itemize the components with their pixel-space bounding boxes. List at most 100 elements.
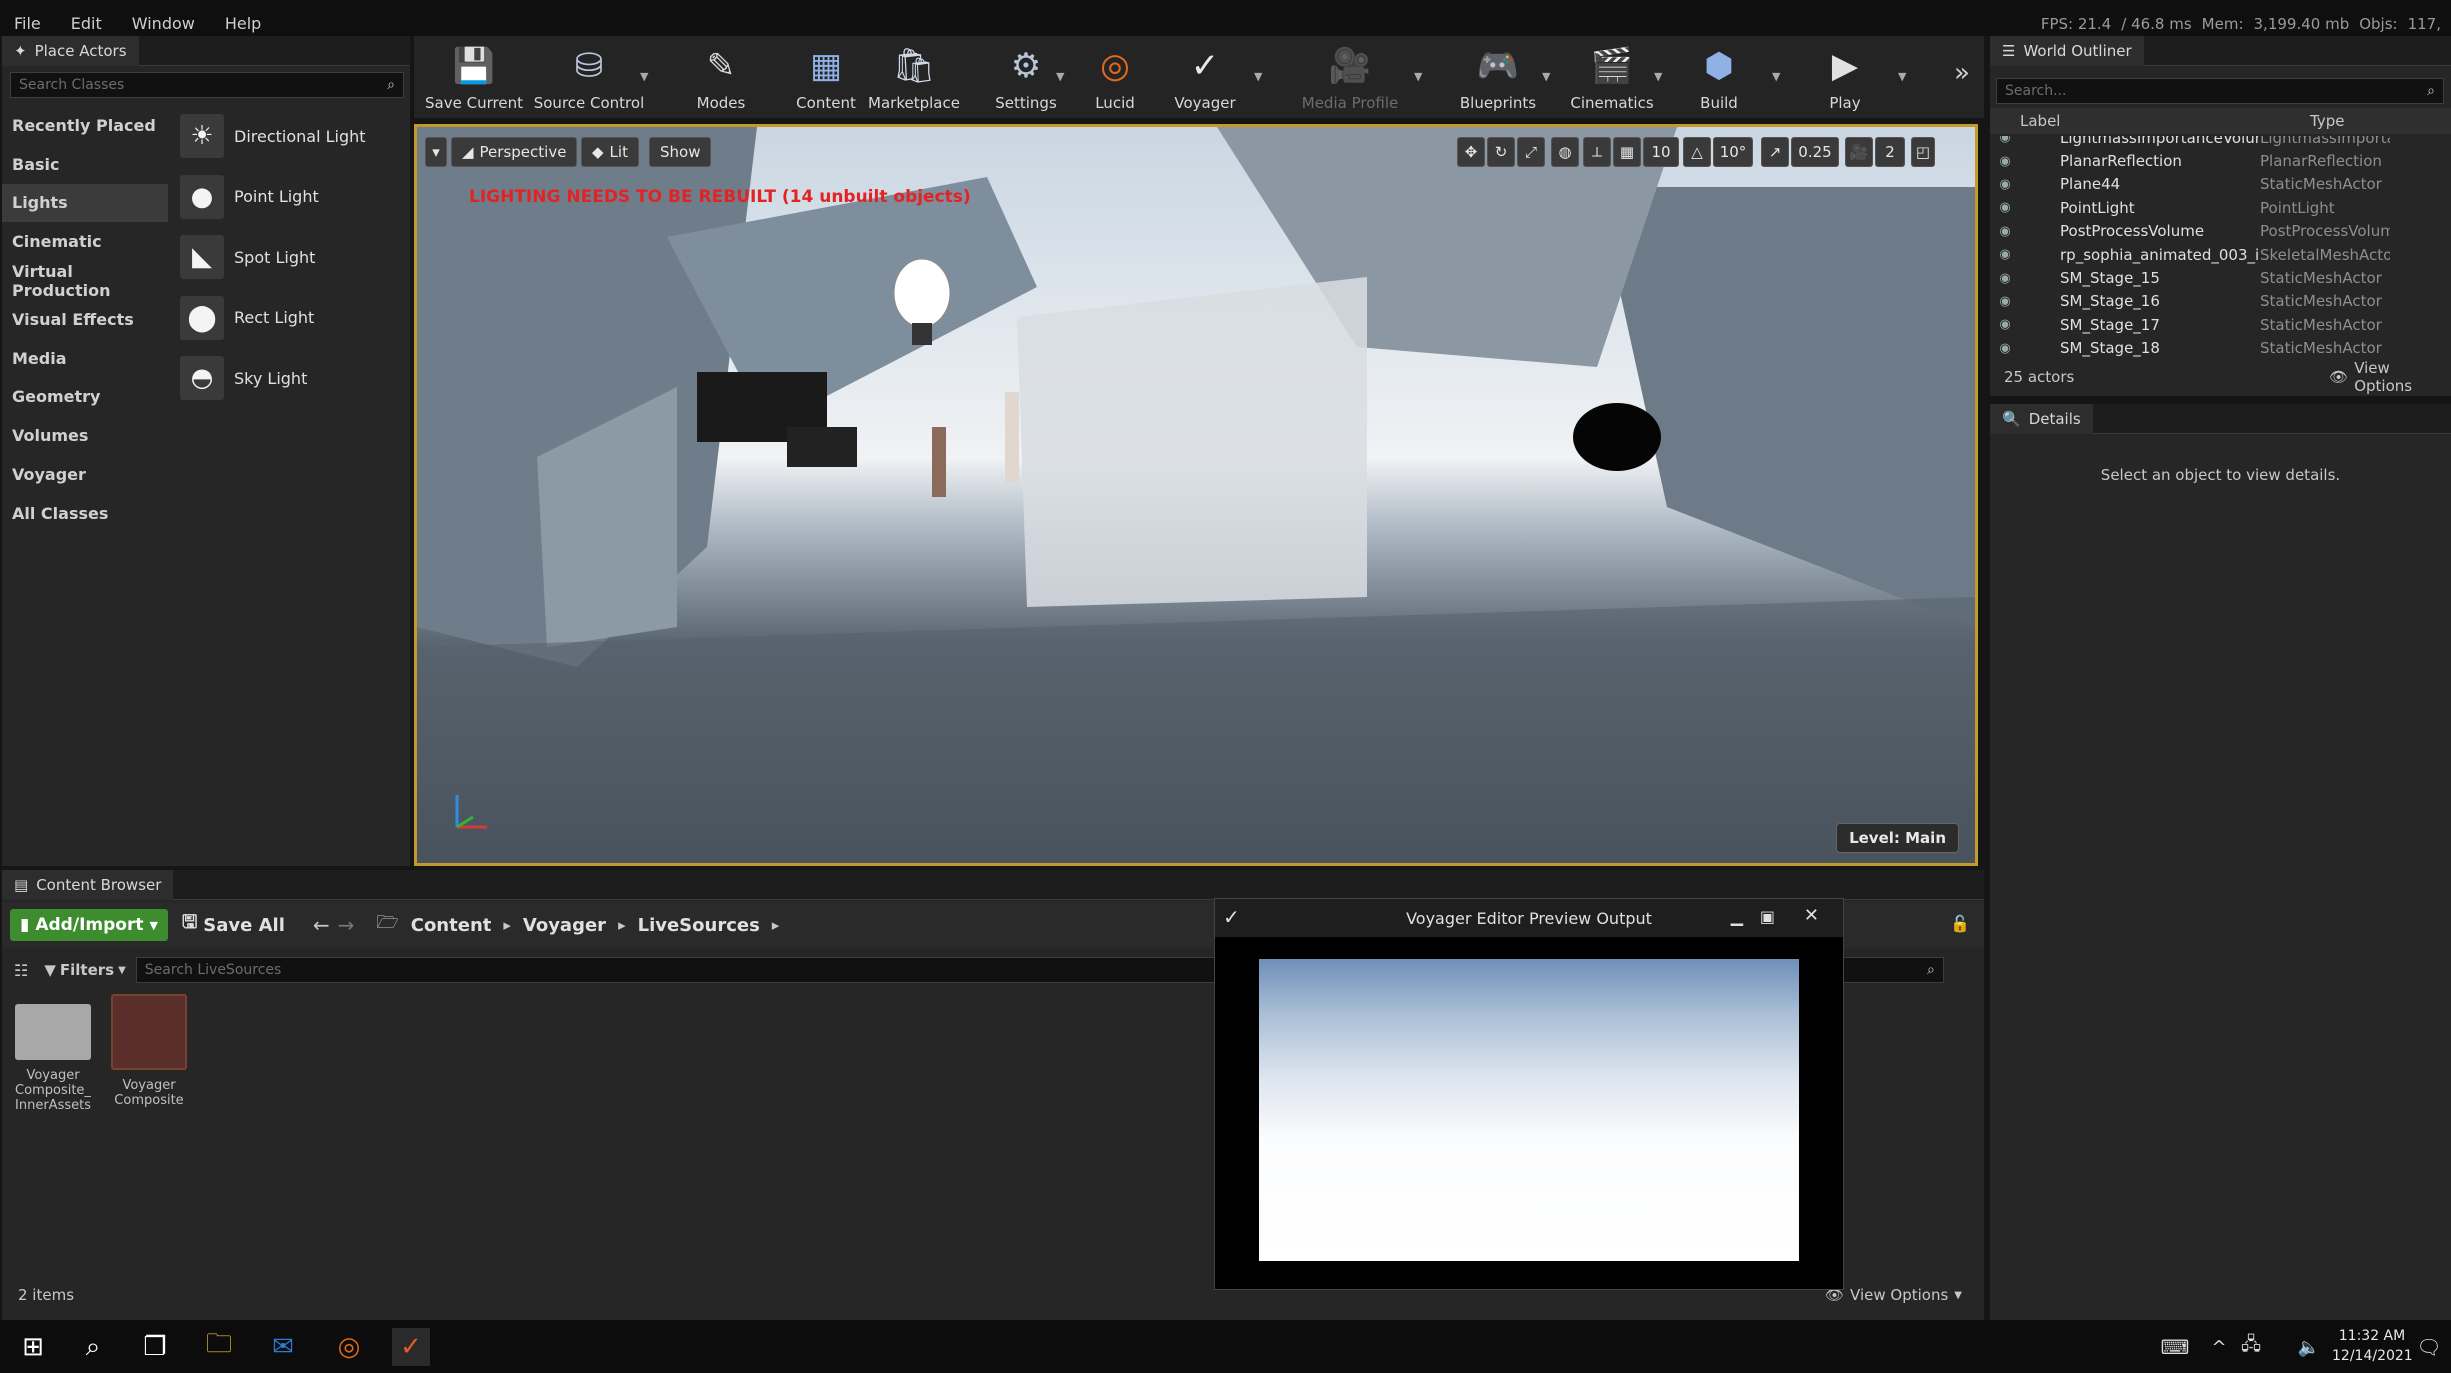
search-classes-input[interactable]: Search Classes ⌕ — [10, 72, 404, 98]
show-button[interactable]: Show — [649, 137, 712, 167]
rotation-snap-icon[interactable]: △ — [1683, 137, 1711, 167]
blueprints-button[interactable]: 🎮 Blueprints — [1450, 36, 1546, 118]
outliner-row[interactable]: ◉ Plane44 StaticMeshActor — [1990, 173, 2451, 196]
source-control-dropdown-icon[interactable]: ▼ — [640, 70, 648, 83]
menu-file[interactable]: File — [14, 14, 41, 33]
perspective-button[interactable]: ◢ Perspective — [451, 137, 578, 167]
back-arrow-icon[interactable]: ← — [313, 913, 330, 937]
outliner-row[interactable]: ◉ LightmassImportanceVolume LightmassImpor… — [1990, 136, 2451, 149]
network-icon[interactable]: 🖧 — [2232, 1328, 2270, 1366]
camera-speed-value[interactable]: 2 — [1875, 137, 1905, 167]
search-icon[interactable]: ⌕ — [74, 1328, 112, 1366]
filters-button[interactable]: ▼ Filters ▼ — [44, 961, 125, 979]
outliner-row[interactable]: ◉ PostProcessVolume PostProcessVolume — [1990, 220, 2451, 243]
volume-icon[interactable]: 🔈 — [2290, 1328, 2328, 1366]
category-visual-effects[interactable]: Visual Effects — [2, 300, 168, 339]
category-lights[interactable]: Lights — [2, 183, 168, 223]
build-dropdown-icon[interactable]: ▼ — [1772, 70, 1780, 83]
source-control-button[interactable]: ⛁ Source Control — [528, 36, 650, 118]
point-light-item[interactable]: ● Point Light — [170, 167, 408, 228]
scale-snap-value[interactable]: 0.25 — [1791, 137, 1839, 167]
lit-button[interactable]: ◆ Lit — [581, 137, 639, 167]
voyager-button[interactable]: ✓ Voyager — [1160, 36, 1250, 118]
place-actors-tab[interactable]: ✦ Place Actors — [2, 35, 139, 66]
scale-mode-icon[interactable]: ⤢ — [1517, 137, 1545, 167]
category-geometry[interactable]: Geometry — [2, 378, 168, 417]
preview-title-bar[interactable]: ✓ Voyager Editor Preview Output ▁ ▣ ✕ — [1215, 899, 1843, 937]
voyager-app-icon[interactable]: ✓ — [392, 1328, 430, 1366]
outliner-row[interactable]: ◉ SM_Stage_17 StaticMeshActor — [1990, 313, 2451, 336]
close-icon[interactable]: ✕ — [1804, 905, 1819, 926]
translate-mode-icon[interactable]: ✥ — [1457, 137, 1485, 167]
visibility-eye-icon[interactable]: ◉ — [1990, 136, 2020, 145]
level-viewport[interactable]: ▾ ◢ Perspective ◆ Lit Show LIGHTING NEED… — [414, 124, 1978, 866]
outliner-view-options-button[interactable]: View Options — [2354, 359, 2451, 395]
category-cinematic[interactable]: Cinematic — [2, 222, 168, 261]
outliner-row[interactable]: ◉ SM_Stage_16 StaticMeshActor — [1990, 290, 2451, 313]
directional-light-item[interactable]: ☀ Directional Light — [170, 106, 408, 167]
settings-dropdown-icon[interactable]: ▼ — [1056, 70, 1064, 83]
rotate-mode-icon[interactable]: ↻ — [1487, 137, 1515, 167]
asset-voyager-composite[interactable]: Voyager Composite — [106, 994, 192, 1108]
visibility-eye-icon[interactable]: ◉ — [1990, 271, 2020, 286]
spot-light-item[interactable]: ◣ Spot Light — [170, 227, 408, 288]
task-view-icon[interactable]: ❐ — [136, 1328, 174, 1366]
menu-help[interactable]: Help — [225, 14, 261, 33]
voyager-dropdown-icon[interactable]: ▼ — [1254, 70, 1262, 83]
column-label-header[interactable]: Label — [2020, 112, 2310, 130]
asset-folder-inner-assets[interactable]: Voyager Composite_ InnerAssets — [10, 994, 96, 1113]
build-button[interactable]: ⬢ Build — [1684, 36, 1754, 118]
rotation-snap-value[interactable]: 10° — [1713, 137, 1753, 167]
category-all-classes[interactable]: All Classes — [2, 494, 168, 533]
keyboard-icon[interactable]: ⌨ — [2156, 1328, 2194, 1366]
blueprints-dropdown-icon[interactable]: ▼ — [1542, 70, 1550, 83]
visibility-eye-icon[interactable]: ◉ — [1990, 317, 2020, 332]
viewport-options-button[interactable]: ▾ — [425, 137, 447, 167]
clock[interactable]: 11:32 AM 12/14/2021 — [2332, 1326, 2413, 1366]
marketplace-button[interactable]: 🛍 Marketplace — [864, 36, 964, 118]
maximize-viewport-icon[interactable]: ◰ — [1911, 137, 1935, 167]
cinematics-dropdown-icon[interactable]: ▼ — [1654, 70, 1662, 83]
details-tab[interactable]: 🔍 Details — [1990, 403, 2093, 434]
outliner-row[interactable]: ◉ PointLight PointLight — [1990, 196, 2451, 219]
content-view-options-button[interactable]: 👁 View Options ▼ — [1825, 1286, 1962, 1304]
outliner-row[interactable]: ◉ rp_sophia_animated_003_idling_ueSkeleta… — [1990, 243, 2451, 266]
visibility-eye-icon[interactable]: ◉ — [1990, 341, 2020, 356]
visibility-eye-icon[interactable]: ◉ — [1990, 294, 2020, 309]
outliner-search-input[interactable]: Search... ⌕ — [1996, 78, 2444, 104]
scale-snap-icon[interactable]: ↗ — [1761, 137, 1789, 167]
category-recently-placed[interactable]: Recently Placed — [2, 106, 168, 145]
outliner-row[interactable]: ◉ PlanarReflection PlanarReflection — [1990, 149, 2451, 172]
file-explorer-icon[interactable]: 🗀 — [200, 1328, 238, 1366]
save-all-button[interactable]: 🖫 Save All — [182, 910, 285, 940]
visibility-eye-icon[interactable]: ◉ — [1990, 200, 2020, 215]
content-browser-tab[interactable]: ▤ Content Browser — [2, 869, 174, 900]
outliner-row[interactable]: ◉ SM_Stage_15 StaticMeshActor — [1990, 266, 2451, 289]
category-volumes[interactable]: Volumes — [2, 416, 168, 455]
world-outliner-tab[interactable]: ☰ World Outliner — [1990, 35, 2144, 66]
outliner-row[interactable]: ◉ SM_Stage_18 StaticMeshActor — [1990, 337, 2451, 360]
category-virtual-production[interactable]: Virtual Production — [2, 261, 168, 300]
surface-snap-icon[interactable]: ⟂ — [1583, 137, 1611, 167]
notification-icon[interactable]: 🗨 — [2410, 1328, 2448, 1366]
maximize-icon[interactable]: ▣ — [1760, 907, 1775, 926]
visibility-eye-icon[interactable]: ◉ — [1990, 177, 2020, 192]
media-profile-button[interactable]: 🎥 Media Profile — [1290, 36, 1410, 118]
sky-light-item[interactable]: ◓ Sky Light — [170, 348, 408, 409]
camera-speed-icon[interactable]: 🎥 — [1845, 137, 1873, 167]
world-local-icon[interactable]: ◍ — [1551, 137, 1579, 167]
grid-snap-value[interactable]: 10 — [1643, 137, 1679, 167]
rect-light-item[interactable]: ⬤ Rect Light — [170, 288, 408, 349]
category-basic[interactable]: Basic — [2, 145, 168, 184]
visibility-eye-icon[interactable]: ◉ — [1990, 247, 2020, 262]
play-button[interactable]: ▶ Play — [1810, 36, 1880, 118]
menu-window[interactable]: Window — [132, 14, 195, 33]
visibility-eye-icon[interactable]: ◉ — [1990, 154, 2020, 169]
play-dropdown-icon[interactable]: ▼ — [1898, 70, 1906, 83]
lucid-app-icon[interactable]: ◎ — [330, 1328, 368, 1366]
add-import-button[interactable]: ▮ Add/Import ▼ — [10, 909, 168, 941]
grid-snap-icon[interactable]: ▦ — [1613, 137, 1641, 167]
windows-start-icon[interactable]: ⊞ — [14, 1328, 52, 1366]
breadcrumb-voyager[interactable]: Voyager — [523, 915, 606, 936]
category-voyager[interactable]: Voyager — [2, 455, 168, 494]
